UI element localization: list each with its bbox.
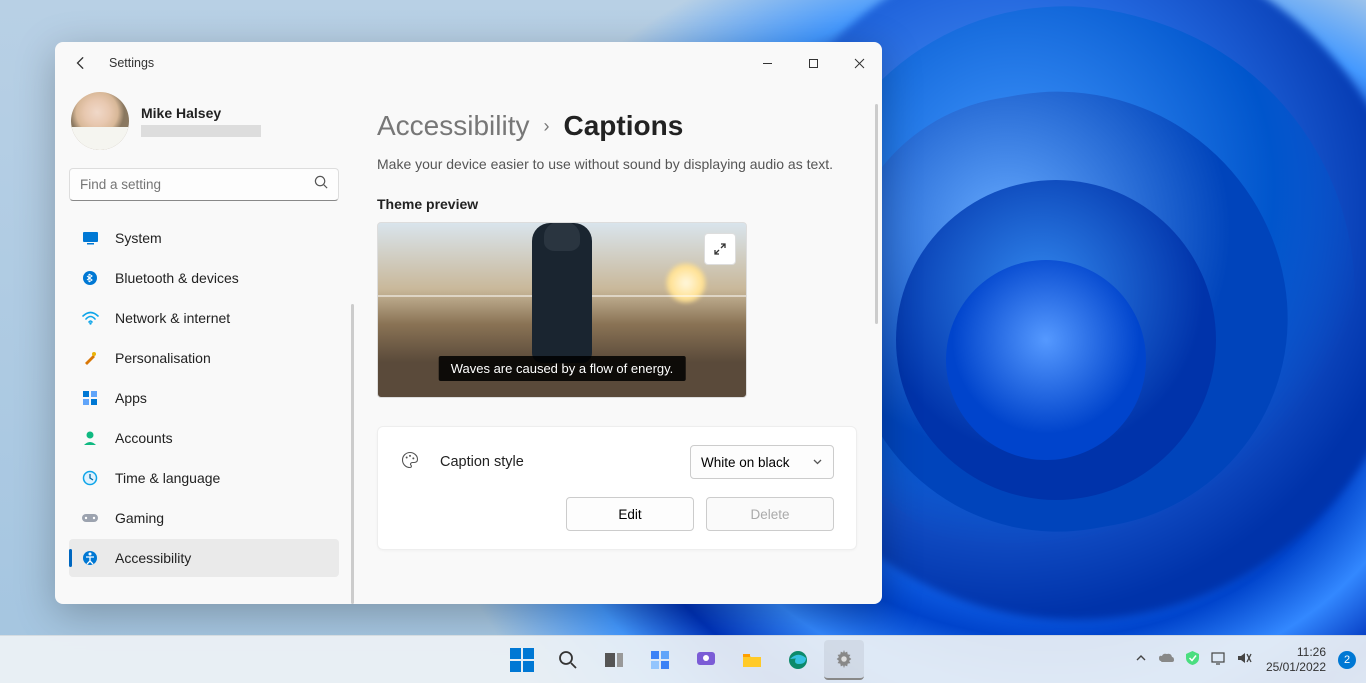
close-button[interactable]	[836, 46, 882, 80]
tray-chevron-icon[interactable]	[1135, 652, 1147, 667]
sidebar: Mike Halsey System Bluetooth & devices N…	[55, 84, 353, 604]
sidebar-item-label: Personalisation	[115, 350, 211, 366]
taskbar-clock[interactable]: 11:26 25/01/2022	[1266, 645, 1326, 675]
sidebar-item-label: System	[115, 230, 162, 246]
person-icon	[81, 429, 99, 447]
page-subtitle: Make your device easier to use without s…	[377, 156, 854, 172]
sidebar-item-accessibility[interactable]: Accessibility	[69, 539, 339, 577]
taskbar-date: 25/01/2022	[1266, 660, 1326, 675]
sidebar-item-label: Apps	[115, 390, 147, 406]
brush-icon	[81, 349, 99, 367]
network-tray-icon[interactable]	[1210, 651, 1226, 668]
breadcrumb-parent[interactable]: Accessibility	[377, 110, 529, 142]
palette-icon	[400, 450, 422, 475]
sidebar-item-bluetooth[interactable]: Bluetooth & devices	[69, 259, 339, 297]
system-icon	[81, 229, 99, 247]
back-button[interactable]	[67, 49, 95, 77]
chevron-down-icon	[812, 455, 823, 470]
maximize-button[interactable]	[790, 46, 836, 80]
expand-preview-button[interactable]	[704, 233, 736, 265]
widgets-button[interactable]	[640, 640, 680, 680]
chat-button[interactable]	[686, 640, 726, 680]
sidebar-item-accounts[interactable]: Accounts	[69, 419, 339, 457]
caption-style-label: Caption style	[440, 454, 524, 470]
sidebar-item-label: Time & language	[115, 470, 220, 486]
sidebar-item-personalisation[interactable]: Personalisation	[69, 339, 339, 377]
start-button[interactable]	[502, 640, 542, 680]
bluetooth-icon	[81, 269, 99, 287]
edit-button[interactable]: Edit	[566, 497, 694, 531]
settings-taskbar-button[interactable]	[824, 640, 864, 680]
search-input[interactable]	[69, 168, 339, 201]
caption-preview-text: Waves are caused by a flow of energy.	[439, 356, 686, 381]
sidebar-item-gaming[interactable]: Gaming	[69, 499, 339, 537]
taskbar-search-button[interactable]	[548, 640, 588, 680]
accessibility-icon	[81, 549, 99, 567]
avatar	[71, 92, 129, 150]
apps-icon	[81, 389, 99, 407]
edge-button[interactable]	[778, 640, 818, 680]
sidebar-item-label: Accessibility	[115, 550, 191, 566]
caption-style-card: Caption style White on black Edit Delete	[377, 426, 857, 550]
main-scrollbar[interactable]	[875, 104, 878, 324]
user-profile[interactable]: Mike Halsey	[69, 92, 339, 150]
theme-preview: Waves are caused by a flow of energy.	[377, 222, 747, 398]
wifi-icon	[81, 309, 99, 327]
delete-button: Delete	[706, 497, 834, 531]
security-icon[interactable]	[1185, 650, 1200, 669]
sidebar-item-apps[interactable]: Apps	[69, 379, 339, 417]
file-explorer-button[interactable]	[732, 640, 772, 680]
chevron-right-icon: ›	[543, 116, 549, 137]
system-tray[interactable]	[1135, 650, 1252, 669]
window-title: Settings	[109, 56, 154, 70]
taskbar-time: 11:26	[1297, 645, 1326, 660]
volume-icon[interactable]	[1236, 651, 1252, 668]
taskbar: 11:26 25/01/2022 2	[0, 635, 1366, 683]
sidebar-item-label: Accounts	[115, 430, 173, 446]
gamepad-icon	[81, 509, 99, 527]
caption-style-dropdown[interactable]: White on black	[690, 445, 834, 479]
settings-window: Settings Mike Halsey System	[55, 42, 882, 604]
sidebar-item-system[interactable]: System	[69, 219, 339, 257]
task-view-button[interactable]	[594, 640, 634, 680]
page-title: Captions	[563, 110, 683, 142]
clock-icon	[81, 469, 99, 487]
notification-badge[interactable]: 2	[1338, 651, 1356, 669]
search-icon	[314, 175, 329, 195]
sidebar-item-label: Network & internet	[115, 310, 230, 326]
search-box	[69, 168, 339, 201]
nav-list: System Bluetooth & devices Network & int…	[69, 219, 339, 577]
sidebar-item-label: Bluetooth & devices	[115, 270, 239, 286]
titlebar: Settings	[55, 42, 882, 84]
onedrive-icon[interactable]	[1157, 651, 1175, 668]
profile-email-redacted	[141, 125, 261, 137]
profile-name: Mike Halsey	[141, 105, 261, 121]
minimize-button[interactable]	[744, 46, 790, 80]
sidebar-item-label: Gaming	[115, 510, 164, 526]
dropdown-value: White on black	[701, 455, 790, 470]
main-content: Accessibility › Captions Make your devic…	[353, 84, 882, 604]
breadcrumb: Accessibility › Captions	[377, 110, 854, 142]
sidebar-item-network[interactable]: Network & internet	[69, 299, 339, 337]
theme-preview-label: Theme preview	[377, 196, 854, 212]
sidebar-item-time-language[interactable]: Time & language	[69, 459, 339, 497]
